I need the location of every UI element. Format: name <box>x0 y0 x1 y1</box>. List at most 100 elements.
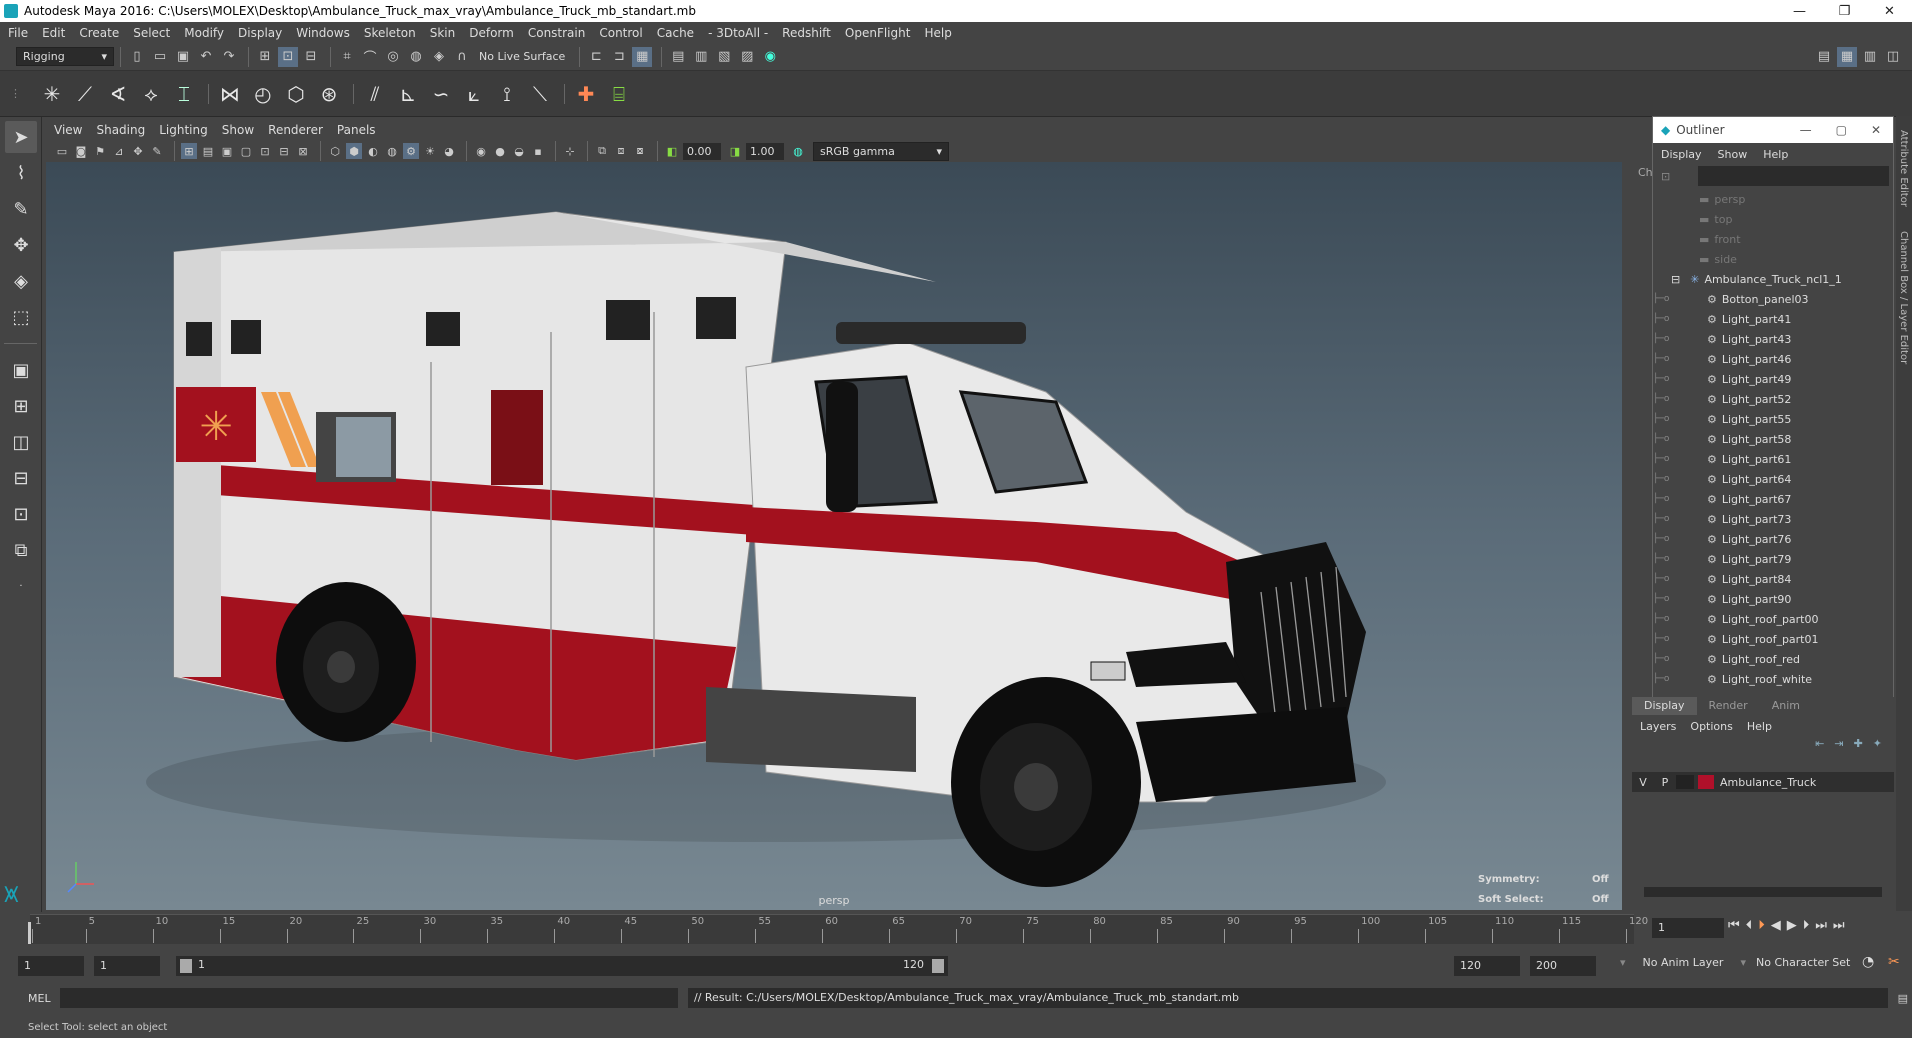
outliner-item[interactable]: ├─o ⚙ Light_part52 <box>1653 389 1893 409</box>
step-forward-frame-icon[interactable]: ⏵ <box>1803 918 1810 933</box>
snap-surface-icon[interactable]: ◈ <box>429 47 449 67</box>
wrap-icon[interactable]: ⊛ <box>314 77 344 111</box>
snap-point-icon[interactable]: ◎ <box>383 47 403 67</box>
outliner-item[interactable]: ▬ persp <box>1653 189 1893 209</box>
move-tool-icon[interactable]: ✥ <box>5 229 37 261</box>
resolution-gate-icon[interactable]: ▣ <box>219 143 235 159</box>
safe-title-icon[interactable]: ⊠ <box>295 143 311 159</box>
step-forward-key-icon[interactable]: ⏭ <box>1815 918 1827 933</box>
ik-spline-icon[interactable]: ∢ <box>103 77 133 111</box>
hypershade-layout-icon[interactable]: ⧉ <box>5 534 37 566</box>
script-language-toggle[interactable]: MEL <box>0 992 60 1005</box>
redo-icon[interactable]: ↷ <box>219 47 239 67</box>
playback-end-field[interactable]: 120 <box>1454 956 1520 976</box>
layer-type-toggle[interactable] <box>1676 775 1694 789</box>
select-tool-icon[interactable]: ➤ <box>5 121 37 153</box>
restore-button[interactable]: ❐ <box>1822 4 1867 19</box>
close-button[interactable]: ✕ <box>1867 4 1912 19</box>
viewport-menu-lighting[interactable]: Lighting <box>159 123 208 137</box>
menu-control[interactable]: Control <box>599 26 642 40</box>
pole-vector-icon[interactable]: ⟍ <box>525 77 555 111</box>
outliner-item[interactable]: ├─o ⚙ Light_part55 <box>1653 409 1893 429</box>
single-view-icon[interactable]: ▣ <box>5 354 37 386</box>
lasso-tool-icon[interactable]: ⌇ <box>5 157 37 189</box>
outliner-item[interactable]: ├─o ⚙ Light_part73 <box>1653 509 1893 529</box>
snap-view-icon[interactable]: ◍ <box>406 47 426 67</box>
menu-create[interactable]: Create <box>79 26 119 40</box>
ik-handle-icon[interactable]: ⟋ <box>70 77 100 111</box>
snap-curve-icon[interactable]: ⌒ <box>360 47 380 67</box>
outliner-item[interactable]: ├─o ⚙ Light_part67 <box>1653 489 1893 509</box>
viewport-menu-show[interactable]: Show <box>222 123 254 137</box>
use-all-lights-icon[interactable]: ⚙ <box>403 143 419 159</box>
layer-row[interactable]: V P Ambulance_Truck <box>1632 772 1894 792</box>
layer-visibility-toggle[interactable]: V <box>1632 776 1654 789</box>
gamma-field[interactable]: 1.00 <box>746 142 784 160</box>
rotate-tool-icon[interactable]: ◈ <box>5 265 37 297</box>
menu-set-dropdown[interactable]: Rigging ▾ <box>16 47 114 66</box>
outliner-item[interactable]: ├─o ⚙ Light_roof_part01 <box>1653 629 1893 649</box>
anim-layer-dropdown[interactable]: ▾ No Anim Layer ▾ <box>1620 956 1746 969</box>
outliner-item[interactable]: ├─o ⚙ Light_part76 <box>1653 529 1893 549</box>
magnet-icon[interactable]: ∩ <box>452 47 472 67</box>
smooth-shade-icon[interactable]: ⬢ <box>346 143 362 159</box>
animation-end-field[interactable]: 200 <box>1530 956 1596 976</box>
menu-skin[interactable]: Skin <box>430 26 456 40</box>
move-layer-down-icon[interactable]: ⇥ <box>1834 737 1843 750</box>
save-scene-icon[interactable]: ▣ <box>173 47 193 67</box>
parent-constraint-icon[interactable]: ⊾ <box>393 77 423 111</box>
current-time-marker[interactable] <box>28 922 31 944</box>
attribute-editor-tab[interactable]: Attribute Editor <box>1898 130 1909 207</box>
render-current-icon[interactable]: ▥ <box>691 47 711 67</box>
viewport-menu-view[interactable]: View <box>54 123 82 137</box>
outliner-maximize-icon[interactable]: ▢ <box>1836 123 1847 137</box>
color-management-icon[interactable]: ◍ <box>790 143 806 159</box>
xray-active-icon[interactable]: ⧈ <box>613 143 629 159</box>
layer-menu-layers[interactable]: Layers <box>1640 720 1676 733</box>
outliner-item[interactable]: ├─o ⚙ Light_part46 <box>1653 349 1893 369</box>
filter-icon[interactable]: ⊡ <box>1661 170 1670 183</box>
menu-openflight[interactable]: OpenFlight <box>845 26 911 40</box>
preferences-icon[interactable]: ✂ <box>1888 954 1900 970</box>
menu-3dtoall[interactable]: - 3DtoAll - <box>708 26 768 40</box>
animation-start-field[interactable]: 1 <box>18 956 84 976</box>
outliner-item[interactable]: ⊟ ✳ Ambulance_Truck_ncl1_1 <box>1653 269 1893 289</box>
hypershade-icon[interactable]: ◉ <box>760 47 780 67</box>
live-surface-label[interactable]: No Live Surface <box>479 50 565 63</box>
play-forward-icon[interactable]: ▶ <box>1787 918 1797 933</box>
workspace-icon[interactable]: ◫ <box>1883 47 1903 67</box>
grease-pencil-icon[interactable]: ✎ <box>149 143 165 159</box>
wire-icon[interactable]: ⬡ <box>281 77 311 111</box>
shadows-icon[interactable]: ☀ <box>422 143 438 159</box>
outliner-item[interactable]: ├─o ⚙ Light_part41 <box>1653 309 1893 329</box>
outliner-minimize-icon[interactable]: — <box>1800 123 1812 137</box>
wireframe-icon[interactable]: ⬡ <box>327 143 343 159</box>
persp-graph-icon[interactable]: ⊡ <box>5 498 37 530</box>
menu-edit[interactable]: Edit <box>42 26 65 40</box>
viewport-menu-panels[interactable]: Panels <box>337 123 376 137</box>
safe-action-icon[interactable]: ⊟ <box>276 143 292 159</box>
time-slider-track[interactable]: 1 5 10 15 20 25 30 35 40 45 50 55 60 65 70 75 80 85 90 95 10… <box>30 914 1648 944</box>
cluster-icon[interactable]: ⋈ <box>215 77 245 111</box>
command-input[interactable] <box>60 988 678 1008</box>
orient-constraint-icon[interactable]: ⟀ <box>459 77 489 111</box>
film-gate-icon[interactable]: ▤ <box>200 143 216 159</box>
auto-key-icon[interactable]: ◔ <box>1862 954 1874 970</box>
camera-select-icon[interactable]: ▭ <box>54 143 70 159</box>
outliner-close-icon[interactable]: ✕ <box>1871 123 1881 137</box>
menu-constrain[interactable]: Constrain <box>528 26 586 40</box>
gamma-icon[interactable]: ◨ <box>727 143 743 159</box>
gate-mask-icon[interactable]: ▢ <box>238 143 254 159</box>
outliner-item[interactable]: ├─o ⚙ Light_part90 <box>1653 589 1893 609</box>
view-transform-dropdown[interactable]: sRGB gamma ▾ <box>813 141 949 161</box>
select-object-icon[interactable]: ⊡ <box>278 46 298 67</box>
play-back-icon[interactable]: ◀ <box>1771 918 1781 933</box>
outliner-item[interactable]: ▬ side <box>1653 249 1893 269</box>
depth-of-field-icon[interactable]: ◒ <box>511 143 527 159</box>
outliner-search-input[interactable] <box>1698 166 1889 186</box>
outliner-item[interactable]: ▬ front <box>1653 229 1893 249</box>
undo-icon[interactable]: ↶ <box>196 47 216 67</box>
field-chart-icon[interactable]: ⊡ <box>257 143 273 159</box>
more-layouts-icon[interactable]: · <box>5 570 37 602</box>
outliner-menu-display[interactable]: Display <box>1661 148 1702 161</box>
